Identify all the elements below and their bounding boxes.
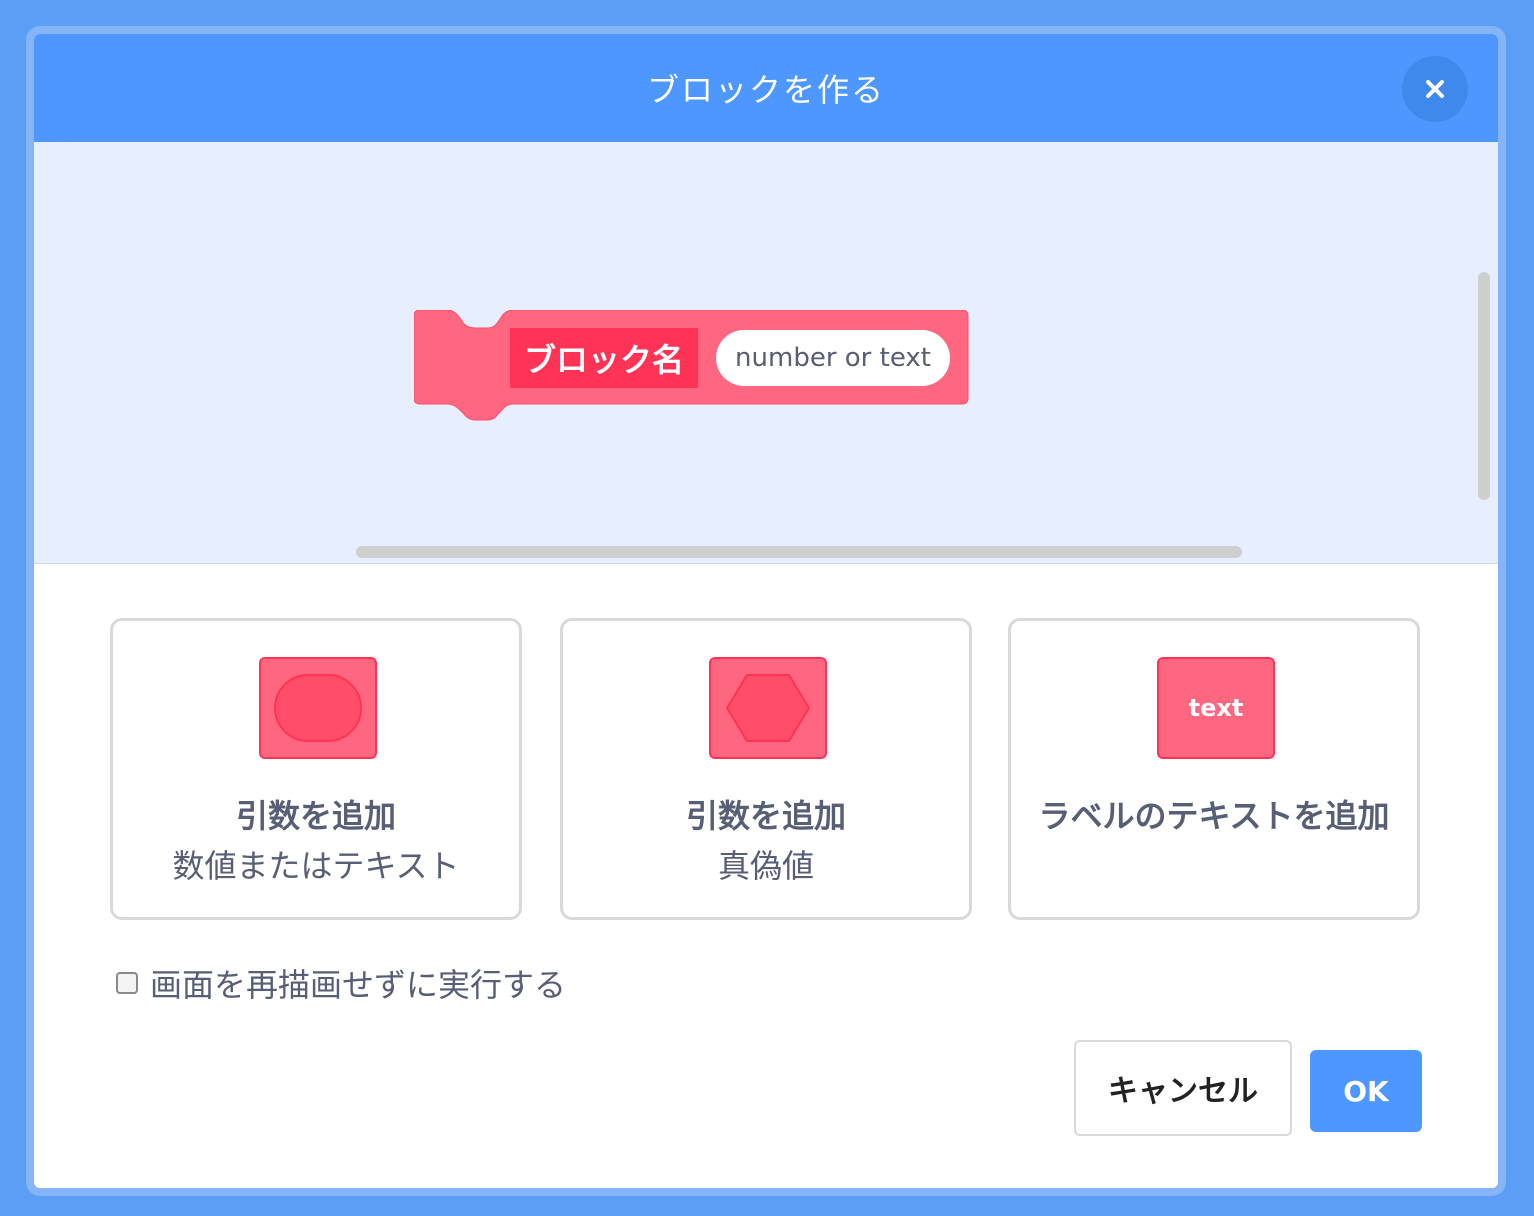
block-argument-input[interactable]: number or text	[716, 330, 950, 386]
block-name-input[interactable]: ブロック名	[510, 328, 698, 388]
option-label: 引数を追加	[235, 797, 396, 835]
dialog-title: ブロックを作る	[646, 71, 885, 109]
round-input-icon	[259, 657, 377, 759]
dialog-header: ブロックを作る	[34, 34, 1498, 142]
run-without-refresh-label: 画面を再描画せずに実行する	[150, 966, 567, 1004]
close-icon	[1426, 80, 1444, 98]
block-preview-workspace[interactable]: ブロック名 number or text	[34, 142, 1498, 564]
boolean-input-icon	[709, 657, 827, 759]
cancel-button[interactable]: キャンセル	[1074, 1040, 1292, 1136]
label-text-icon: text	[1157, 657, 1275, 759]
option-label: ラベルのテキストを追加	[1038, 797, 1390, 835]
boolean-input-shape	[725, 674, 811, 742]
option-sublabel: 真偽値	[717, 847, 814, 885]
label-icon-text: text	[1188, 694, 1244, 722]
horizontal-scrollbar[interactable]	[356, 546, 1242, 558]
add-boolean-input-button[interactable]: 引数を追加 真偽値	[560, 618, 972, 920]
vertical-scrollbar[interactable]	[1478, 272, 1490, 500]
run-without-refresh-checkbox[interactable]	[116, 972, 138, 994]
option-label: 引数を追加	[685, 797, 846, 835]
add-label-text-button[interactable]: text ラベルのテキストを追加	[1008, 618, 1420, 920]
run-without-refresh-option[interactable]: 画面を再描画せずに実行する	[116, 960, 566, 1006]
round-input-shape	[274, 674, 362, 742]
make-block-dialog: ブロックを作る ブロック名 number or text 引数を追加 数値または…	[34, 34, 1498, 1188]
option-sublabel: 数値またはテキスト	[172, 847, 460, 885]
ok-button[interactable]: OK	[1310, 1050, 1422, 1132]
close-button[interactable]	[1402, 56, 1468, 122]
add-number-text-input-button[interactable]: 引数を追加 数値またはテキスト	[110, 618, 522, 920]
